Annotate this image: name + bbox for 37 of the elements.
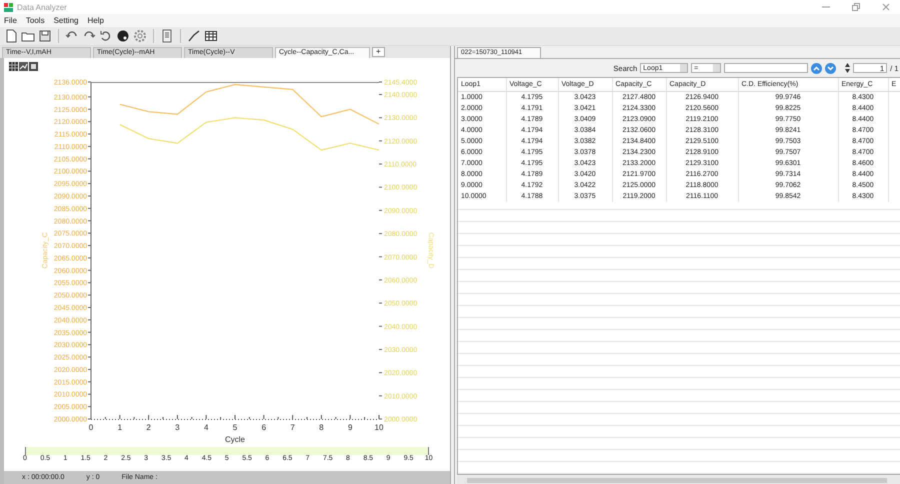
menu-item[interactable]: Tools xyxy=(26,16,45,25)
reset-icon[interactable] xyxy=(99,29,113,43)
close-icon[interactable] xyxy=(882,3,890,11)
search-input-field[interactable] xyxy=(724,63,808,73)
spinner-arrows-icon[interactable] xyxy=(845,63,850,73)
window-title: Data Analyzer xyxy=(17,2,67,12)
x-tick-label: 5 xyxy=(232,423,238,432)
menu-item[interactable]: File xyxy=(4,16,17,25)
menu-item[interactable]: Help xyxy=(87,16,104,25)
restore-icon[interactable] xyxy=(852,3,860,11)
table-icon[interactable] xyxy=(204,29,218,43)
chart-icon[interactable] xyxy=(19,62,28,71)
horizontal-scrollbar[interactable] xyxy=(457,476,900,484)
line-chart-icon[interactable] xyxy=(187,29,201,43)
grid-icon[interactable] xyxy=(9,62,18,71)
x-tick-label: 7 xyxy=(290,423,295,432)
x-tick-label: 2 xyxy=(146,423,151,432)
save-icon[interactable] xyxy=(38,29,52,43)
range-slider[interactable] xyxy=(25,447,429,455)
x-axis-title: Cycle xyxy=(225,435,245,444)
x-tick-label: 10 xyxy=(374,423,384,432)
slider-handle[interactable] xyxy=(428,447,429,455)
down-arrow-icon[interactable] xyxy=(825,62,836,74)
add-tab-button[interactable]: + xyxy=(372,47,385,57)
document-icon[interactable] xyxy=(160,29,174,43)
x-tick-label: 9 xyxy=(348,423,352,432)
x-tick-label: 3 xyxy=(175,423,180,432)
menu-item[interactable]: Setting xyxy=(54,16,78,25)
x-tick-label: 1 xyxy=(118,423,122,432)
slider-handle[interactable] xyxy=(25,447,26,455)
x-tick-label: 0 xyxy=(88,423,94,432)
x-tick-label: 8 xyxy=(319,423,324,432)
new-document-icon[interactable] xyxy=(4,29,18,43)
app-logo-icon xyxy=(4,2,13,12)
x-tick-label: 6 xyxy=(262,423,266,432)
x-tick-label: 4 xyxy=(204,423,208,432)
up-arrow-icon[interactable] xyxy=(811,62,822,74)
